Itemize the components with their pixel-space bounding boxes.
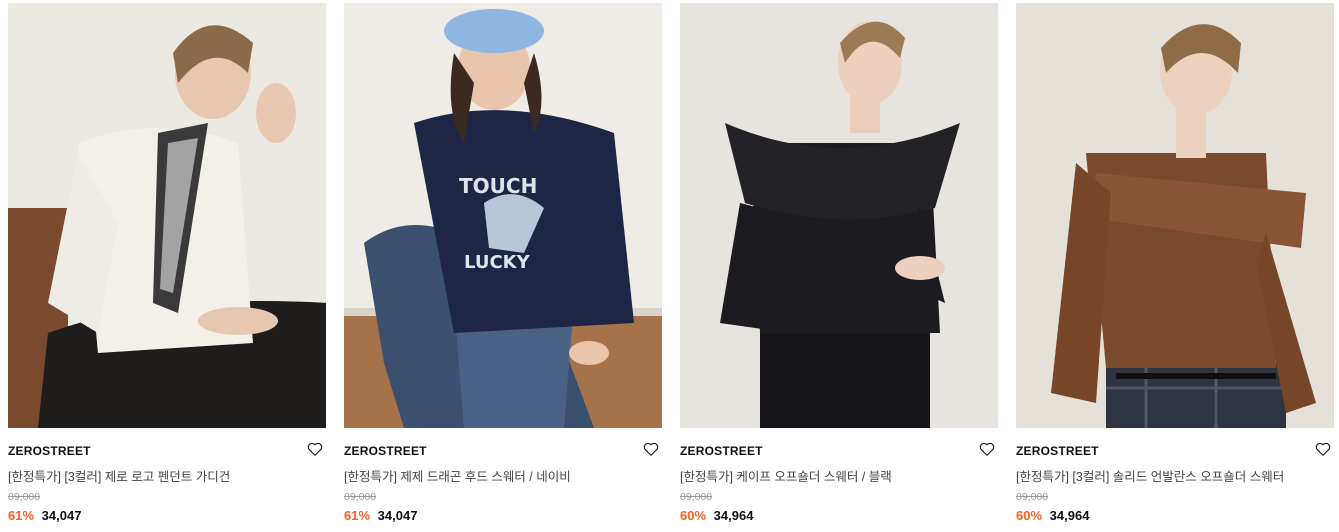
- svg-text:TOUCH: TOUCH: [459, 174, 537, 198]
- sale-price-row: 60% 34,964: [680, 508, 753, 523]
- product-name[interactable]: [한정특가] [3컬러] 솔리드 언발란스 오프숄더 스웨터: [1016, 466, 1284, 485]
- sale-price-row: 61% 34,047: [344, 508, 417, 523]
- brand-name: ZEROSTREET: [344, 444, 427, 458]
- product-grid: ZEROSTREET [한정특가] [3컬러] 제로 로고 펜던트 가디건 89…: [0, 0, 1339, 532]
- product-image[interactable]: [1016, 3, 1334, 428]
- heart-outline-icon[interactable]: [978, 440, 996, 458]
- product-image[interactable]: [680, 3, 998, 428]
- sale-price: 34,964: [1049, 508, 1090, 523]
- discount-rate: 61%: [8, 508, 35, 523]
- heart-outline-icon[interactable]: [306, 440, 324, 458]
- product-photo-cardigan: [8, 3, 326, 428]
- product-card[interactable]: ZEROSTREET [한정특가] [3컬러] 솔리드 언발란스 오프숄더 스웨…: [1016, 3, 1334, 529]
- sale-price-row: 60% 34,964: [1016, 508, 1089, 523]
- brand-name: ZEROSTREET: [1016, 444, 1099, 458]
- original-price: 89,000: [344, 491, 377, 503]
- product-card[interactable]: TOUCH LUCKY ZEROSTREET [한정특가] 제제 드래곤 후드 …: [344, 3, 662, 529]
- brand-name: ZEROSTREET: [8, 444, 91, 458]
- product-photo-brown-sweater: [1016, 3, 1334, 428]
- product-name[interactable]: [한정특가] [3컬러] 제로 로고 펜던트 가디건: [8, 466, 230, 485]
- discount-rate: 60%: [680, 508, 707, 523]
- original-price: 89,000: [8, 491, 41, 503]
- original-price: 89,000: [680, 491, 713, 503]
- product-name[interactable]: [한정특가] 제제 드래곤 후드 스웨터 / 네이비: [344, 466, 571, 485]
- sale-price: 34,047: [377, 508, 418, 523]
- product-photo-black-sweater: [680, 3, 998, 428]
- discount-rate: 60%: [1016, 508, 1043, 523]
- heart-outline-icon[interactable]: [1314, 440, 1332, 458]
- sale-price-row: 61% 34,047: [8, 508, 81, 523]
- discount-rate: 61%: [344, 508, 371, 523]
- product-image[interactable]: TOUCH LUCKY: [344, 3, 662, 428]
- original-price: 89,000: [1016, 491, 1049, 503]
- product-card[interactable]: ZEROSTREET [한정특가] 케이프 오프숄더 스웨터 / 블랙 89,0…: [680, 3, 998, 529]
- brand-name: ZEROSTREET: [680, 444, 763, 458]
- product-name[interactable]: [한정특가] 케이프 오프숄더 스웨터 / 블랙: [680, 466, 892, 485]
- heart-outline-icon[interactable]: [642, 440, 660, 458]
- product-photo-hoodie: TOUCH LUCKY: [344, 3, 662, 428]
- svg-text:LUCKY: LUCKY: [464, 252, 531, 273]
- product-image[interactable]: [8, 3, 326, 428]
- sale-price: 34,964: [713, 508, 754, 523]
- sale-price: 34,047: [41, 508, 82, 523]
- product-card[interactable]: ZEROSTREET [한정특가] [3컬러] 제로 로고 펜던트 가디건 89…: [8, 3, 326, 529]
